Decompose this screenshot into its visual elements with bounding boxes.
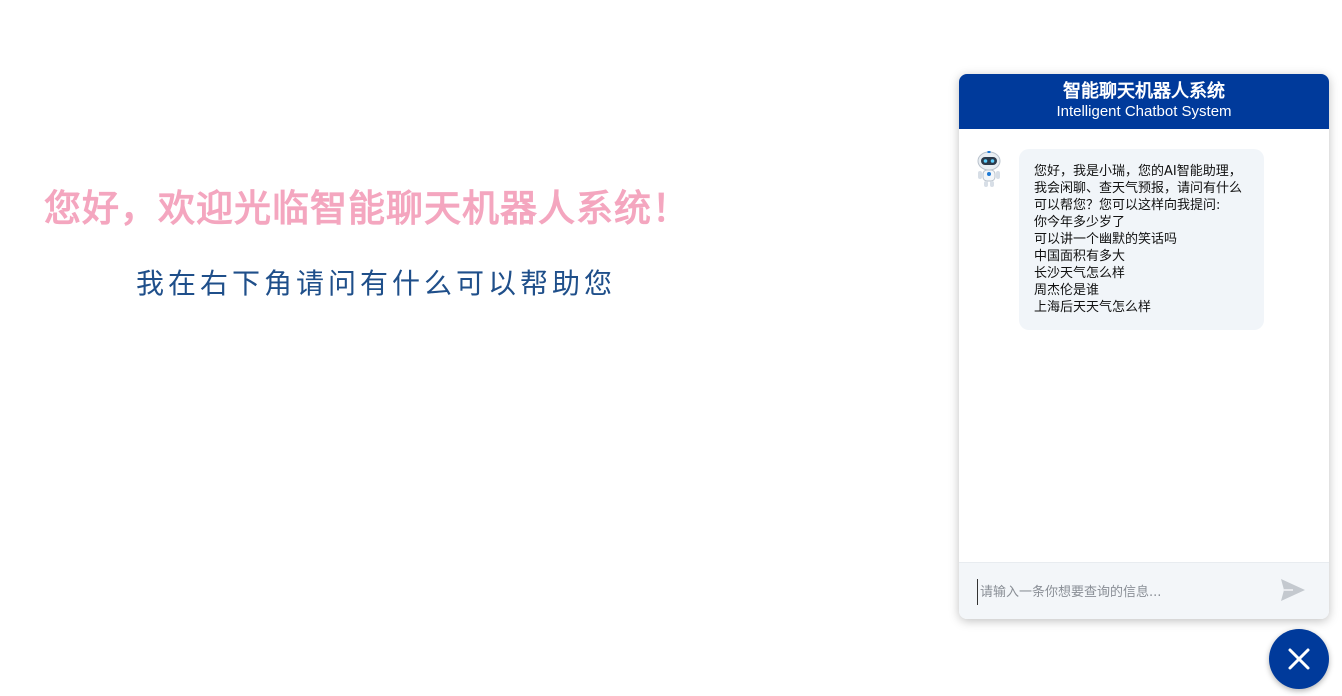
close-chat-button[interactable] [1269,629,1329,689]
chat-messages: 您好，我是小瑞，您的AI智能助理，我会闲聊、查天气预报，请问有什么可以帮您？您可… [959,129,1329,563]
chat-header-title: 智能聊天机器人系统 [1063,81,1225,102]
page: 您好，欢迎光临智能聊天机器人系统！ 我在右下角请问有什么可以帮助您 智能聊天机器… [0,0,1342,696]
send-button[interactable] [1279,577,1307,603]
chat-header: 智能聊天机器人系统 Intelligent Chatbot System [959,74,1329,129]
example-question: 中国面积有多大 [1034,249,1126,264]
chat-window: 智能聊天机器人系统 Intelligent Chatbot System 您好，… [959,74,1329,619]
example-question: 可以讲一个幽默的笑话吗 [1034,232,1178,247]
welcome-title: 您好，欢迎光临智能聊天机器人系统！ [44,187,690,230]
chat-header-subtitle: Intelligent Chatbot System [1056,103,1232,120]
example-question: 长沙天气怎么样 [1034,266,1126,281]
example-question: 你今年多少岁了 [1034,215,1126,230]
bot-message-intro: 您好，我是小瑞，您的AI智能助理，我会闲聊、查天气预报，请问有什么可以帮您？您可… [1034,164,1243,213]
close-icon [1288,648,1310,670]
example-question: 上海后天天气怎么样 [1034,300,1152,315]
send-icon [1281,579,1305,601]
robot-icon [975,151,1003,189]
message-input[interactable] [977,579,1282,605]
welcome-subtitle: 我在右下角请问有什么可以帮助您 [136,267,617,300]
bot-message-bubble: 您好，我是小瑞，您的AI智能助理，我会闲聊、查天气预报，请问有什么可以帮您？您可… [1019,149,1264,330]
example-question: 周杰伦是谁 [1034,283,1100,298]
chat-input-bar [959,562,1329,619]
